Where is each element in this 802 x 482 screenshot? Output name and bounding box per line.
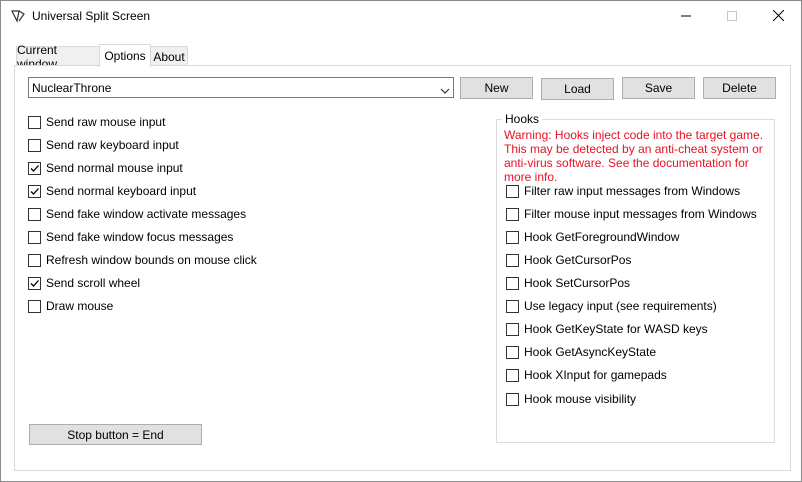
option-label: Send fake window activate messages [46,207,247,221]
option-label: Send normal keyboard input [46,184,197,198]
button-label: Save [644,81,673,95]
stop-button[interactable]: Stop button = End [29,424,202,445]
checkbox[interactable] [506,253,519,267]
option-send-scroll-wheel[interactable]: Send scroll wheel [28,275,140,291]
hook-xinput-gamepads[interactable]: Hook XInput for gamepads [506,367,667,383]
checkbox[interactable] [506,368,519,382]
delete-button[interactable]: Delete [703,77,776,99]
title-bar[interactable]: Universal Split Screen [1,1,801,32]
checkbox-checked[interactable] [28,276,41,290]
hook-set-cursor-pos[interactable]: Hook SetCursorPos [506,275,630,291]
checkbox[interactable] [506,392,519,406]
load-button[interactable]: Load [541,78,614,100]
option-draw-mouse[interactable]: Draw mouse [28,298,113,314]
minimize-icon [681,10,691,24]
option-label: Send raw mouse input [46,115,166,129]
checkbox[interactable] [28,299,41,313]
checkbox[interactable] [506,207,519,221]
option-send-fake-activate[interactable]: Send fake window activate messages [28,206,246,222]
option-send-raw-keyboard-input[interactable]: Send raw keyboard input [28,137,179,153]
hook-filter-raw-input[interactable]: Filter raw input messages from Windows [506,183,740,199]
hooks-warning: Warning: Hooks inject code into the targ… [504,128,764,184]
option-send-normal-keyboard-input[interactable]: Send normal keyboard input [28,183,196,199]
checkbox[interactable] [506,184,519,198]
option-label: Draw mouse [46,299,114,313]
option-label: Hook GetForegroundWindow [524,230,680,244]
minimize-button[interactable] [663,1,709,32]
checkbox[interactable] [28,207,41,221]
option-label: Send scroll wheel [46,276,141,290]
checkbox[interactable] [506,230,519,244]
option-send-raw-mouse-input[interactable]: Send raw mouse input [28,114,165,130]
option-label: Filter raw input messages from Windows [524,184,741,198]
option-label: Send raw keyboard input [46,138,179,152]
checkbox-checked[interactable] [28,184,41,198]
checkbox[interactable] [28,230,41,244]
hook-get-async-key-state[interactable]: Hook GetAsyncKeyState [506,344,656,360]
checkbox[interactable] [506,276,519,290]
save-button[interactable]: Save [622,77,695,99]
hook-get-foreground-window[interactable]: Hook GetForegroundWindow [506,229,679,245]
hook-filter-mouse-input[interactable]: Filter mouse input messages from Windows [506,206,757,222]
option-label: Send normal mouse input [46,161,183,175]
hooks-group-title: Hooks [502,112,543,126]
hook-get-cursor-pos[interactable]: Hook GetCursorPos [506,252,631,268]
option-label: Refresh window bounds on mouse click [46,253,257,267]
option-refresh-window-bounds[interactable]: Refresh window bounds on mouse click [28,252,257,268]
button-label: New [484,81,509,95]
option-label: Hook GetAsyncKeyState [524,345,657,359]
option-label: Use legacy input (see requirements) [524,299,717,313]
option-label: Hook GetKeyState for WASD keys [524,322,708,336]
tab-about[interactable]: About [150,46,188,67]
checkbox[interactable] [28,138,41,152]
profile-select[interactable]: NuclearThrone [28,77,454,98]
button-label: Delete [722,81,757,95]
checkbox[interactable] [506,322,519,336]
tab-options[interactable]: Options [99,44,151,67]
checkbox-checked[interactable] [28,161,41,175]
option-label: Hook mouse visibility [524,392,637,406]
tab-label: About [153,50,185,64]
option-send-fake-focus[interactable]: Send fake window focus messages [28,229,233,245]
maximize-icon [727,10,737,24]
checkbox[interactable] [506,299,519,313]
split-screen-app-icon [10,8,26,24]
tab-current-window[interactable]: Current window [16,43,100,71]
app-window: Universal Split Screen Current window Op… [0,0,802,482]
button-label: Load [564,82,591,96]
profile-select-value: NuclearThrone [32,81,112,95]
window-title: Universal Split Screen [32,9,151,23]
chevron-down-icon [440,84,450,94]
hook-use-legacy-input[interactable]: Use legacy input (see requirements) [506,298,717,314]
new-button[interactable]: New [460,77,533,99]
option-label: Hook SetCursorPos [524,276,631,290]
checkbox[interactable] [28,115,41,129]
close-icon [772,9,784,24]
close-button[interactable] [755,1,801,32]
checkbox[interactable] [506,345,519,359]
tab-label: Options [104,49,146,63]
option-label: Filter mouse input messages from Windows [524,207,757,221]
button-label: Stop button = End [67,427,164,442]
option-label: Hook GetCursorPos [524,253,632,267]
option-label: Hook XInput for gamepads [524,368,667,382]
option-send-normal-mouse-input[interactable]: Send normal mouse input [28,160,183,176]
maximize-button[interactable] [709,1,755,32]
option-label: Send fake window focus messages [46,230,234,244]
checkbox[interactable] [28,253,41,267]
hook-mouse-visibility[interactable]: Hook mouse visibility [506,391,636,407]
hook-get-key-state[interactable]: Hook GetKeyState for WASD keys [506,321,708,337]
